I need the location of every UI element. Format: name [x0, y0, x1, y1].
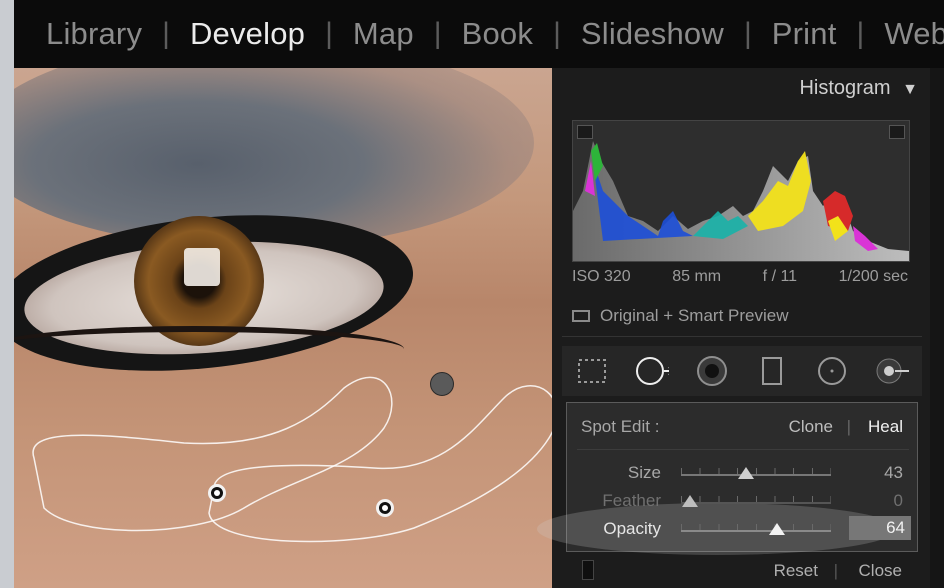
opacity-slider-track[interactable]: [681, 530, 831, 532]
module-web[interactable]: Web: [884, 16, 944, 52]
panel-scrollbar[interactable]: [930, 68, 944, 588]
heal-button[interactable]: Heal: [868, 417, 903, 437]
size-value[interactable]: 43: [884, 463, 903, 483]
module-library[interactable]: Library: [46, 16, 142, 52]
spot-edit-label: Spot Edit :: [581, 417, 660, 436]
module-slideshow[interactable]: Slideshow: [581, 16, 724, 52]
iso-value: ISO 320: [572, 268, 631, 285]
mode-separator: |: [846, 417, 851, 436]
feather-value[interactable]: 0: [894, 491, 903, 511]
module-develop[interactable]: Develop: [190, 16, 305, 52]
separator: |: [856, 17, 865, 50]
size-slider-thumb[interactable]: [737, 467, 754, 479]
feather-slider-thumb[interactable]: [682, 495, 698, 507]
triangle-down-icon[interactable]: ▼: [902, 81, 918, 98]
crop-overlay-icon[interactable]: [575, 354, 609, 388]
feather-slider-track[interactable]: [681, 502, 831, 504]
photo-canvas[interactable]: [14, 68, 552, 588]
module-book[interactable]: Book: [462, 16, 533, 52]
histogram-plot: [573, 141, 909, 261]
histogram-graph[interactable]: [572, 120, 910, 262]
panel-footer: Reset | Close: [562, 554, 922, 588]
histogram-title: Histogram: [799, 77, 891, 99]
smart-preview-icon: [572, 310, 590, 322]
focal-length-value: 85 mm: [672, 268, 722, 285]
exif-info: ISO 320 85 mm f / 11 1/200 sec: [572, 268, 908, 286]
spot-pin-inactive[interactable]: [430, 372, 454, 396]
clone-button[interactable]: Clone: [789, 417, 833, 437]
opacity-slider-row: Opacity 64: [567, 516, 919, 543]
preview-status[interactable]: Original + Smart Preview: [572, 306, 788, 326]
spot-edit-panel: Spot Edit : Clone | Heal Size 43 Feather: [537, 402, 919, 555]
opacity-slider-thumb[interactable]: [769, 523, 785, 535]
shadow-clipping-icon[interactable]: [577, 125, 593, 139]
size-label: Size: [627, 463, 661, 482]
spot-edit-mode-row: Spot Edit : Clone | Heal: [567, 417, 919, 441]
reset-button[interactable]: Reset: [774, 561, 818, 581]
spot-outline-right: [208, 385, 552, 543]
divider: [562, 336, 922, 337]
preview-label: Original + Smart Preview: [600, 306, 789, 325]
close-button[interactable]: Close: [859, 561, 902, 581]
separator: |: [743, 17, 752, 50]
opacity-label: Opacity: [603, 519, 661, 538]
size-slider-track[interactable]: [681, 474, 831, 476]
opacity-value[interactable]: 64: [849, 516, 911, 540]
spot-pin-target[interactable]: [376, 499, 394, 517]
spot-outline-left: [32, 376, 393, 532]
spot-removal-icon[interactable]: [635, 354, 669, 388]
lightroom-window: Library | Develop | Map | Book | Slidesh…: [14, 0, 944, 588]
module-print[interactable]: Print: [772, 16, 837, 52]
module-picker: Library | Develop | Map | Book | Slidesh…: [14, 0, 944, 68]
separator: |: [325, 17, 333, 50]
footer-separator: |: [833, 561, 838, 580]
highlight-clipping-icon[interactable]: [889, 125, 905, 139]
red-eye-icon[interactable]: [695, 354, 729, 388]
divider: [577, 449, 909, 450]
panel-toggle-switch[interactable]: [582, 560, 594, 580]
adjustment-brush-icon[interactable]: [875, 354, 909, 388]
spot-outlines[interactable]: [14, 68, 552, 588]
module-map[interactable]: Map: [353, 16, 414, 52]
shutter-value: 1/200 sec: [838, 268, 908, 285]
size-slider-row: Size 43: [567, 463, 919, 487]
separator: |: [553, 17, 561, 50]
separator: |: [162, 17, 170, 50]
separator: |: [433, 17, 442, 50]
histogram-header[interactable]: Histogram ▼: [562, 68, 922, 108]
tool-strip: [562, 346, 922, 396]
radial-filter-icon[interactable]: [815, 354, 849, 388]
aperture-value: f / 11: [762, 268, 798, 285]
feather-slider-row: Feather 0: [567, 491, 919, 515]
right-panel: Histogram ▼ ISO 320 85 mm f / 11 1/200 s…: [537, 68, 944, 588]
feather-label: Feather: [602, 491, 661, 510]
graduated-filter-icon[interactable]: [755, 354, 789, 388]
spot-pin-source[interactable]: [208, 484, 226, 502]
